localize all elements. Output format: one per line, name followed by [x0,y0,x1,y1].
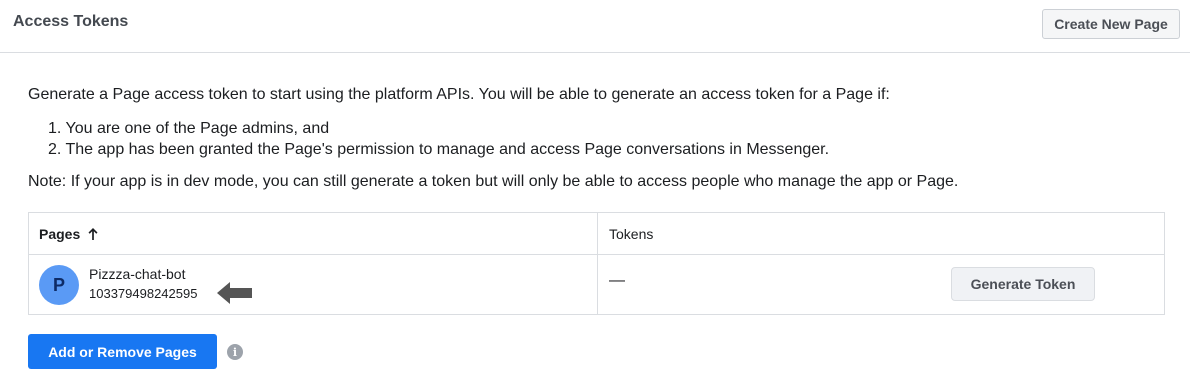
info-icon[interactable]: i [227,344,243,360]
page-id: 103379498242595 [89,286,198,301]
add-or-remove-pages-button[interactable]: Add or Remove Pages [28,334,217,369]
token-value: — [609,272,625,289]
requirement-item: 1. You are one of the Page admins, and [48,120,330,137]
description-text: Generate a Page access token to start us… [28,86,890,103]
page-avatar: P [39,265,79,305]
requirements-list: 1. You are one of the Page admins, and 2… [48,118,829,160]
page-title: Access Tokens [13,13,129,30]
page-header: Access Tokens Create New Page [0,0,1190,53]
column-divider [597,213,598,314]
dev-mode-note: Note: If your app is in dev mode, you ca… [28,173,959,190]
column-header-pages[interactable]: Pages [39,226,98,242]
pages-table: Pages Tokens P Pizzza-chat-bot 103379498… [28,212,1165,315]
arrow-left-icon [217,282,252,304]
create-new-page-button[interactable]: Create New Page [1042,9,1180,39]
column-header-label: Pages [39,226,81,242]
requirement-item: 2. The app has been granted the Page's p… [48,141,830,158]
page-name: Pizzza-chat-bot [89,266,186,282]
generate-token-button[interactable]: Generate Token [951,267,1095,301]
arrow-up-icon [88,228,98,240]
column-header-tokens: Tokens [609,226,654,242]
